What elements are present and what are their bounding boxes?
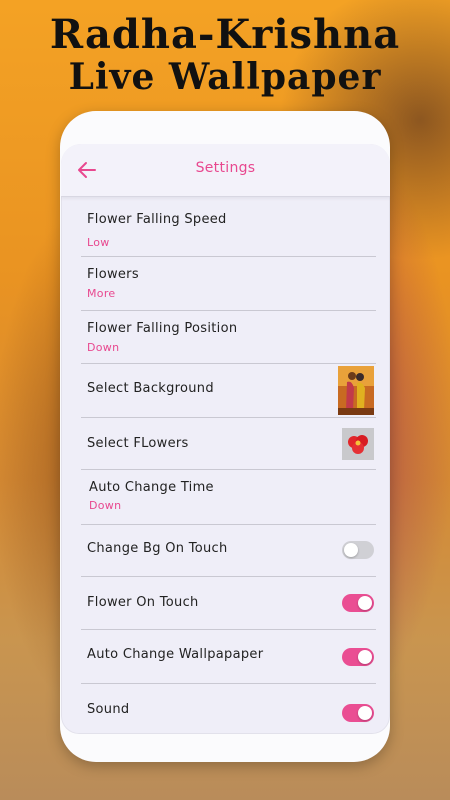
settings-screen: Settings Flower Falling Speed Low Flower… bbox=[61, 144, 390, 734]
setting-label: Select FLowers bbox=[87, 436, 189, 451]
background-thumbnail[interactable] bbox=[338, 366, 374, 415]
setting-sound[interactable]: Sound bbox=[81, 684, 376, 734]
flower-thumbnail[interactable] bbox=[342, 428, 374, 460]
toggle-knob bbox=[344, 543, 358, 557]
promo-title-line1: Radha-Krishna bbox=[49, 11, 401, 58]
setting-label: Flower On Touch bbox=[87, 595, 199, 610]
promo-title: Radha-Krishna Live Wallpaper bbox=[0, 11, 450, 99]
setting-flowers[interactable]: Flowers More bbox=[81, 257, 376, 311]
setting-label: Select Background bbox=[87, 381, 214, 396]
setting-label: Flower Falling Position bbox=[87, 321, 238, 336]
toggle-knob bbox=[358, 650, 372, 664]
setting-label: Auto Change Time bbox=[89, 480, 214, 495]
setting-value: More bbox=[87, 287, 116, 300]
setting-flower-falling-position[interactable]: Flower Falling Position Down bbox=[81, 311, 376, 364]
setting-label: Auto Change Wallpapaper bbox=[87, 647, 264, 662]
promo-title-line2: Live Wallpaper bbox=[68, 56, 382, 98]
setting-label: Change Bg On Touch bbox=[87, 541, 228, 556]
setting-flower-falling-speed[interactable]: Flower Falling Speed Low bbox=[81, 196, 376, 257]
settings-list: Flower Falling Speed Low Flowers More Fl… bbox=[81, 196, 376, 734]
setting-flower-on-touch[interactable]: Flower On Touch bbox=[81, 577, 376, 630]
flower-on-touch-toggle[interactable] bbox=[342, 594, 374, 612]
toggle-knob bbox=[358, 596, 372, 610]
setting-auto-change-time[interactable]: Auto Change Time Down bbox=[81, 470, 376, 525]
setting-select-background[interactable]: Select Background bbox=[81, 364, 376, 418]
setting-label: Flower Falling Speed bbox=[87, 212, 227, 227]
setting-value: Low bbox=[87, 236, 110, 249]
setting-label: Sound bbox=[87, 702, 130, 717]
app-bar: Settings bbox=[61, 144, 390, 197]
setting-auto-change-wallpaper[interactable]: Auto Change Wallpapaper bbox=[81, 630, 376, 684]
setting-label: Flowers bbox=[87, 267, 139, 282]
setting-select-flowers[interactable]: Select FLowers bbox=[81, 418, 376, 470]
sound-toggle[interactable] bbox=[342, 704, 374, 722]
setting-change-bg-on-touch[interactable]: Change Bg On Touch bbox=[81, 525, 376, 577]
auto-change-wallpaper-toggle[interactable] bbox=[342, 648, 374, 666]
setting-value: Down bbox=[87, 341, 120, 354]
page-title: Settings bbox=[195, 160, 256, 176]
setting-value: Down bbox=[89, 499, 122, 512]
toggle-knob bbox=[358, 706, 372, 720]
change-bg-on-touch-toggle[interactable] bbox=[342, 541, 374, 559]
